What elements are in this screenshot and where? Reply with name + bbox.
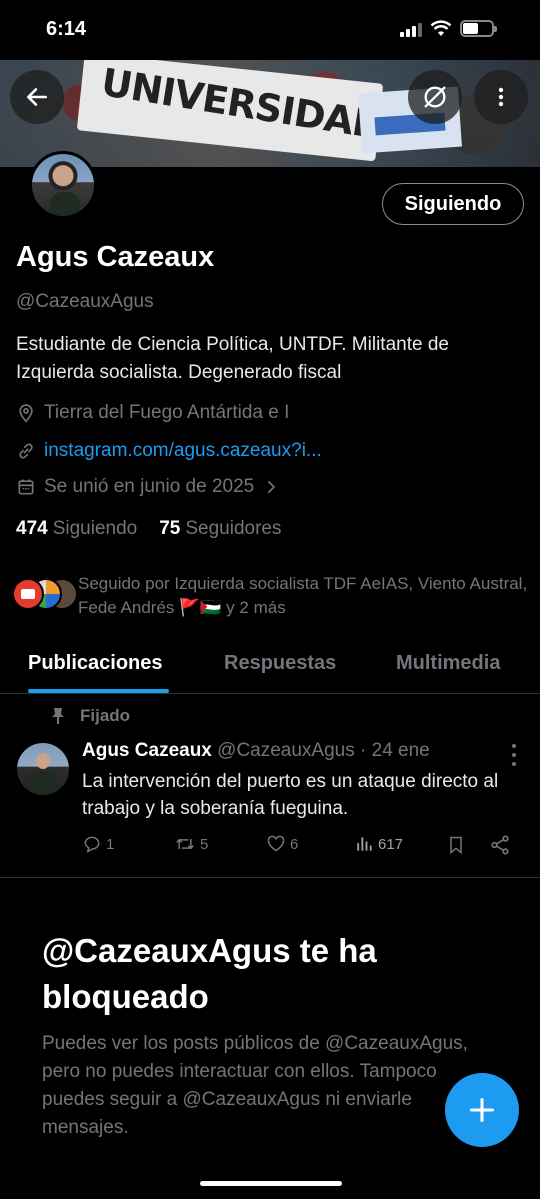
reply-icon xyxy=(84,836,100,854)
profile-link-text[interactable]: instagram.com/agus.cazeaux?i... xyxy=(44,440,322,462)
tab-media[interactable]: Multimedia xyxy=(396,652,500,675)
profile-tabs: Publicaciones Respuestas Multimedia xyxy=(0,640,540,694)
like-button[interactable]: 6 xyxy=(266,834,298,854)
pinned-label: Fijado xyxy=(80,706,131,725)
chevron-right-icon xyxy=(268,480,276,494)
wifi-icon xyxy=(430,20,452,36)
followers-label: Seguidores xyxy=(185,518,282,539)
share-icon xyxy=(491,835,509,855)
calendar-icon xyxy=(18,479,34,495)
post-divider xyxy=(0,877,540,878)
repost-count: 5 xyxy=(200,835,209,853)
followers-stat[interactable]: 75 Seguidores xyxy=(159,518,281,540)
status-time: 6:14 xyxy=(46,18,87,40)
reply-button[interactable]: 1 xyxy=(82,834,114,854)
unfollow-swap-icon xyxy=(424,86,446,108)
blocked-title: @CazeauxAgus te ha bloqueado xyxy=(42,932,377,1015)
profile-handle: @CazeauxAgus xyxy=(16,291,154,312)
cellular-signal-icon xyxy=(400,21,422,37)
follow-stats: 474 Siguiendo 75 Seguidores xyxy=(16,518,282,540)
followed-by[interactable]: Seguido por Izquierda socialista TDF AeI… xyxy=(12,572,528,620)
repost-button[interactable]: 5 xyxy=(174,834,208,854)
tab-posts[interactable]: Publicaciones xyxy=(28,652,163,675)
views-icon xyxy=(357,837,372,851)
profile-location: Tierra del Fuego Antártida e I xyxy=(16,402,289,424)
repost-icon xyxy=(176,838,194,850)
post-author-name[interactable]: Agus Cazeaux xyxy=(82,740,212,761)
tab-replies[interactable]: Respuestas xyxy=(224,652,336,675)
unfollow-swap-button[interactable] xyxy=(408,70,462,124)
location-pin-icon xyxy=(19,404,33,423)
post-header: Agus Cazeaux @CazeauxAgus · 24 ene xyxy=(82,740,430,762)
following-stat[interactable]: 474 Siguiendo xyxy=(16,518,137,540)
profile-display-name: Agus Cazeaux xyxy=(16,241,215,273)
profile-avatar[interactable] xyxy=(29,151,97,219)
following-label: Siguiendo xyxy=(52,518,138,539)
post-author-meta: @CazeauxAgus · 24 ene xyxy=(217,740,430,761)
post-author-avatar[interactable] xyxy=(17,743,69,795)
bookmark-button[interactable] xyxy=(446,834,466,856)
like-icon xyxy=(267,835,285,852)
plus-icon xyxy=(469,1097,495,1123)
profile-bio: Estudiante de Ciencia Política, UNTDF. M… xyxy=(16,334,449,383)
joined-text: Se unió en junio de 2025 xyxy=(44,476,255,497)
post-text[interactable]: La intervención del puerto es un ataque … xyxy=(82,768,522,822)
link-icon xyxy=(19,443,33,459)
active-tab-indicator xyxy=(28,689,169,693)
back-button[interactable] xyxy=(10,70,64,124)
location-text: Tierra del Fuego Antártida e I xyxy=(44,402,290,423)
share-button[interactable] xyxy=(489,834,511,856)
following-button[interactable]: Siguiendo xyxy=(382,183,524,225)
more-options-button[interactable] xyxy=(474,70,528,124)
blocked-body: Puedes ver los posts públicos de @Cazeau… xyxy=(42,1033,468,1138)
home-indicator[interactable] xyxy=(200,1181,342,1186)
followed-by-text: Seguido por Izquierda socialista TDF AeI… xyxy=(78,574,528,617)
followed-by-avatars xyxy=(12,578,78,616)
more-vertical-icon xyxy=(498,87,504,107)
post-more-button[interactable] xyxy=(506,744,522,766)
profile-joined[interactable]: Se unió en junio de 2025 xyxy=(16,476,280,498)
battery-icon xyxy=(460,20,497,37)
compose-fab-button[interactable] xyxy=(445,1073,519,1147)
pin-icon xyxy=(52,708,64,724)
post-actions: 1 5 6 617 xyxy=(82,834,512,858)
views-count: 617 xyxy=(378,835,404,853)
followers-count: 75 xyxy=(159,518,181,539)
following-count: 474 xyxy=(16,518,48,539)
bookmark-icon xyxy=(450,836,462,855)
profile-link[interactable]: instagram.com/agus.cazeaux?i... xyxy=(16,440,322,462)
reply-count: 1 xyxy=(106,835,115,853)
status-icons xyxy=(400,20,497,37)
like-count: 6 xyxy=(290,835,299,853)
back-arrow-icon xyxy=(27,88,47,106)
profile-banner[interactable]: UNIVERSIDAD xyxy=(0,60,540,167)
views-button[interactable]: 617 xyxy=(354,834,403,854)
mini-avatar xyxy=(12,578,44,610)
pinned-label-row: Fijado xyxy=(50,706,130,726)
status-bar: 6:14 xyxy=(0,0,540,60)
